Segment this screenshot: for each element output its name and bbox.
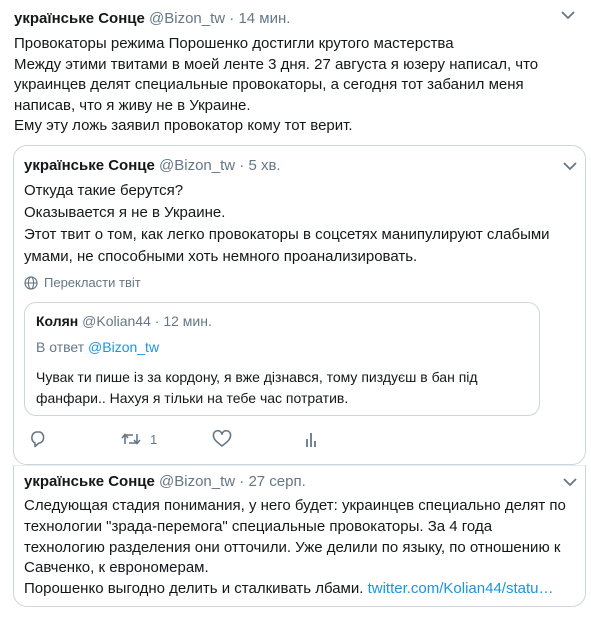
analytics-icon: [304, 430, 320, 448]
linked-tweet-header: українськe Сонце @Bizon_tw · 27 серп.: [24, 472, 306, 492]
translate-link[interactable]: Перекласти твіт: [24, 275, 141, 290]
text-line: Провокаторы режима Порошенко достигли кр…: [14, 35, 454, 52]
like-icon: [212, 430, 232, 448]
status-link[interactable]: twitter.com/Kolian44/statu…: [368, 580, 554, 597]
author-handle[interactable]: @Bizon_tw: [159, 157, 235, 174]
text-line: умами, не способными хоть немного проана…: [24, 248, 418, 265]
tweet-time: 12 мин.: [163, 313, 212, 329]
tweet-time[interactable]: 14 мин.: [238, 10, 290, 27]
text-line: украинцев делят специальные провокаторы,…: [14, 76, 524, 94]
chevron-down-icon[interactable]: [563, 158, 577, 176]
author-handle[interactable]: @Bizon_tw: [159, 473, 235, 490]
retweet-button[interactable]: 1: [120, 430, 157, 448]
reply-prefix: В ответ: [36, 339, 85, 355]
text-line: Откуда такие берутся?: [24, 182, 184, 199]
text-line: Между этими твитами в моей ленте 3 дня. …: [14, 55, 539, 73]
linked-tweet-text: Следующая стадия понимания, у него будет…: [24, 496, 579, 600]
author-name[interactable]: українськe Сонце: [14, 10, 145, 27]
chevron-down-icon[interactable]: [563, 474, 577, 492]
reply-button[interactable]: [28, 430, 48, 448]
text-line: Ему эту ложь заявил провокатор кому тот …: [14, 117, 353, 135]
text-line: Порошенко выгодно делить и сталкивать лб…: [24, 579, 579, 600]
text-line: Савченко, к евр​ономерам.: [24, 559, 209, 577]
quoted-tweet-card[interactable]: українськe Сонце @Bizon_tw · 5 хв. Откуд…: [13, 145, 586, 465]
author-name[interactable]: українськe Сонце: [24, 473, 155, 490]
nested-tweet-text: Чувак ти пише із за кордону, я вже дізна…: [36, 367, 536, 409]
text-line: технологии "зрада-перемога" специальные …: [24, 517, 493, 535]
reply-context: В ответ @Bizon_tw: [36, 339, 159, 355]
like-button[interactable]: [212, 430, 232, 448]
retweet-count: 1: [150, 431, 158, 447]
separator: ·: [154, 313, 160, 329]
quoted-tweet-header: українськe Сонце @Bizon_tw · 5 хв.: [24, 156, 281, 176]
text-line: Оказывается я не в Украине.: [24, 204, 226, 221]
main-tweet-header: українськe Сонце @Bizon_tw · 14 мин.: [14, 9, 290, 29]
translate-label[interactable]: Перекласти твіт: [44, 275, 141, 290]
separator: ·: [229, 10, 235, 27]
tweet-time[interactable]: 5 хв.: [248, 157, 280, 174]
reply-icon: [28, 430, 48, 448]
text-line: написав, что я живу не в Украине.: [14, 96, 251, 114]
author-handle[interactable]: @Bizon_tw: [149, 10, 225, 27]
tweet-thread: українськe Сонце @Bizon_tw · 14 мин. Про…: [0, 0, 591, 619]
tweet-time[interactable]: 27 серп.: [248, 473, 305, 490]
globe-icon: [24, 275, 38, 290]
text-line: Этот твит о том, как легко провокаторы в…: [24, 226, 550, 243]
retweet-icon: [120, 430, 142, 448]
chevron-down-icon[interactable]: [561, 10, 583, 28]
author-name[interactable]: українськe Сонце: [24, 157, 155, 174]
author-handle[interactable]: @Kolian44: [82, 313, 151, 329]
text-segment: Порошенко выгодно делить и сталкивать лб…: [24, 580, 364, 598]
text-line: технологию разделения они отточили. Уже …: [24, 538, 561, 556]
linked-tweet-card[interactable]: українськe Сонце @Bizon_tw · 27 серп. Сл…: [13, 465, 586, 607]
quoted-tweet-text: Откуда такие берутся? Оказывается я не в…: [24, 180, 574, 268]
main-tweet-text: Провокаторы режима Порошенко достигли кр…: [14, 34, 574, 137]
text-line: Чувак ти пише із за кордону, я вже дізна…: [36, 369, 478, 385]
author-name[interactable]: Колян: [36, 313, 78, 329]
reply-mention-link[interactable]: @Bizon_tw: [88, 339, 159, 355]
analytics-button[interactable]: [304, 430, 320, 448]
nested-tweet-header: Колян @Kolian44 · 12 мин.: [36, 312, 212, 330]
tweet-actions: 1: [24, 430, 324, 452]
separator: ·: [239, 157, 245, 174]
separator: ·: [239, 473, 245, 490]
text-line: Следующая стадия понимания, у него будет…: [24, 497, 566, 514]
text-line: фанфари.. Нахуя я тільки на тебе час пот…: [36, 390, 349, 406]
nested-quoted-tweet[interactable]: Колян @Kolian44 · 12 мин. В ответ @Bizon…: [24, 302, 540, 416]
